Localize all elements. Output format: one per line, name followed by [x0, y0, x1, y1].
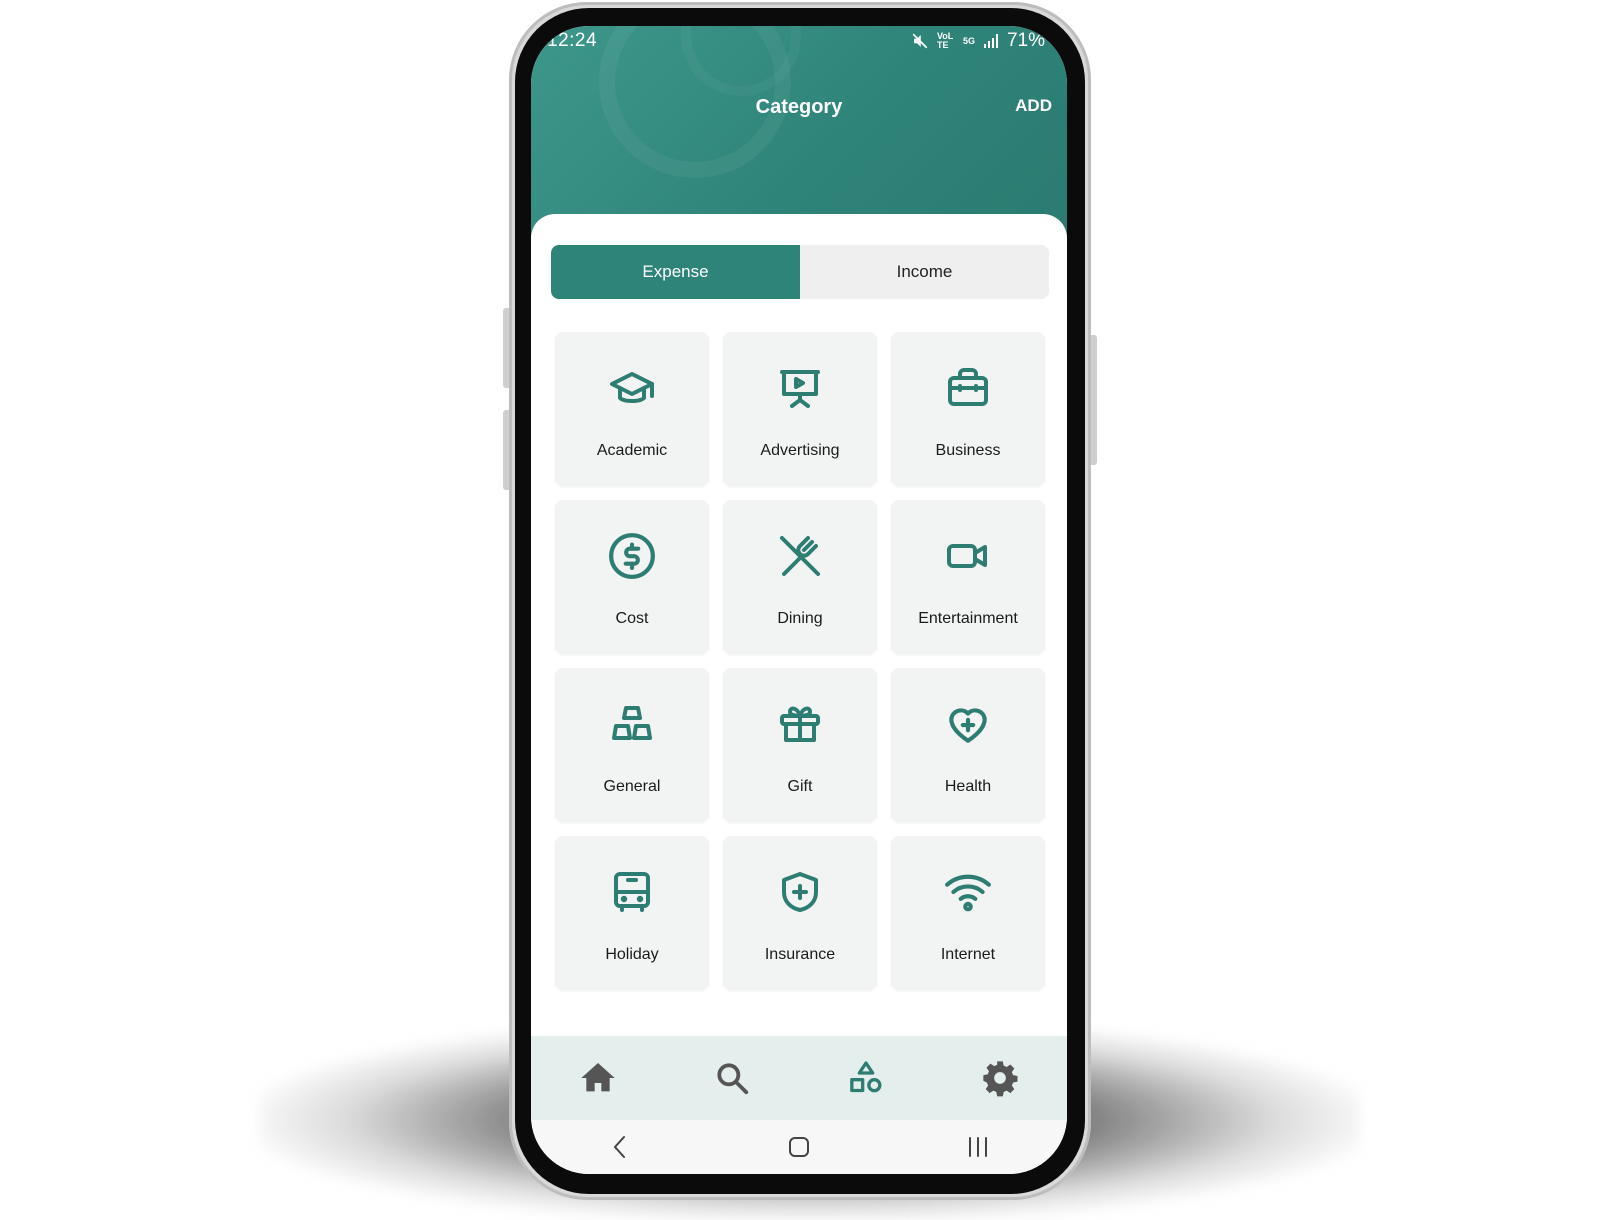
category-label: Holiday [605, 946, 659, 963]
shapes-icon [850, 1061, 882, 1093]
signal-icon [983, 34, 998, 48]
graduation-cap-icon [606, 362, 658, 414]
network-label: 5G [962, 35, 975, 46]
tab-expense[interactable]: Expense [551, 245, 800, 299]
fork-knife-icon [774, 530, 826, 582]
category-label: Insurance [764, 946, 836, 963]
category-card-holiday[interactable]: Holiday [555, 836, 709, 990]
blocks-icon [606, 698, 658, 750]
category-label: Advertising [760, 442, 840, 459]
category-card-business[interactable]: Business [891, 332, 1045, 486]
nav-search[interactable] [702, 1048, 762, 1108]
category-card-gift[interactable]: Gift [723, 668, 877, 822]
category-card-cost[interactable]: Cost [555, 500, 709, 654]
content-sheet: Expense Income Academic Advertising Busi… [531, 214, 1067, 1114]
nav-categories[interactable] [836, 1048, 896, 1108]
category-card-academic[interactable]: Academic [555, 332, 709, 486]
category-label: Business [935, 442, 1001, 459]
category-card-dining[interactable]: Dining [723, 500, 877, 654]
category-label: Internet [940, 946, 996, 963]
briefcase-icon [942, 362, 994, 414]
recents-icon [968, 1137, 987, 1157]
category-card-internet[interactable]: Internet [891, 836, 1045, 990]
category-card-insurance[interactable]: Insurance [723, 836, 877, 990]
category-card-advertising[interactable]: Advertising [723, 332, 877, 486]
category-card-general[interactable]: General [555, 668, 709, 822]
video-camera-icon [942, 530, 994, 582]
system-recents-button[interactable] [948, 1127, 1008, 1167]
search-icon [717, 1063, 749, 1095]
phone-screen: 12:24 VoLTE 5G 71% Category ADD Expense … [531, 26, 1067, 1174]
volte-label: VoLTE [936, 31, 954, 50]
home-square-icon [788, 1137, 809, 1157]
category-label: General [603, 778, 661, 795]
tab-income[interactable]: Income [800, 245, 1049, 299]
status-icons: VoLTE 5G 71% [911, 30, 1045, 52]
category-label: Gift [787, 778, 813, 795]
heart-plus-icon [942, 698, 994, 750]
battery-level: 71% [1006, 30, 1045, 51]
settings-icon [983, 1061, 1018, 1097]
gift-icon [774, 698, 826, 750]
category-card-entertainment[interactable]: Entertainment [891, 500, 1045, 654]
category-label: Health [944, 778, 992, 795]
category-label: Academic [596, 442, 668, 459]
bottom-nav [531, 1036, 1067, 1120]
type-toggle: Expense Income [551, 245, 1049, 299]
home-icon [581, 1063, 615, 1092]
system-nav-bar [531, 1120, 1067, 1174]
wifi-icon [942, 866, 994, 918]
system-back-button[interactable] [590, 1127, 650, 1167]
back-icon [613, 1136, 626, 1158]
mute-icon [912, 33, 928, 49]
page-title: Category [755, 96, 843, 118]
category-label: Dining [777, 610, 823, 627]
dollar-circle-icon [606, 530, 658, 582]
presentation-icon [774, 362, 826, 414]
add-button[interactable]: ADD [1015, 96, 1052, 116]
shield-plus-icon [774, 866, 826, 918]
nav-settings[interactable] [970, 1048, 1030, 1108]
nav-home[interactable] [568, 1048, 628, 1108]
category-label: Cost [615, 610, 649, 627]
bus-icon [606, 866, 658, 918]
category-card-health[interactable]: Health [891, 668, 1045, 822]
category-grid: Academic Advertising Business Cost Dinin… [555, 332, 1045, 990]
status-time: 12:24 [547, 30, 598, 51]
system-home-button[interactable] [769, 1127, 829, 1167]
category-label: Entertainment [918, 610, 1018, 627]
